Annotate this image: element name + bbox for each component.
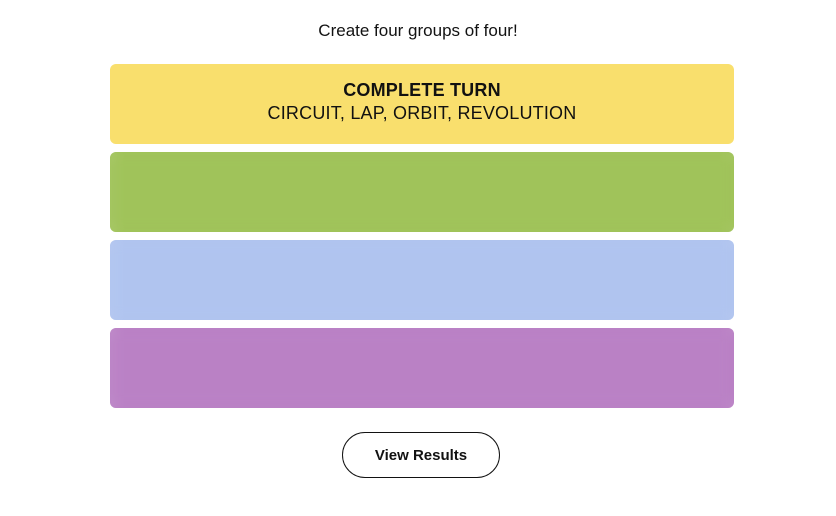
connections-results-page: Create four groups of four! COMPLETE TUR… bbox=[0, 0, 836, 516]
group-title: COMPLETE TURN bbox=[343, 80, 501, 100]
group-green-blurred bbox=[110, 152, 734, 232]
group-title bbox=[110, 152, 734, 167]
groups-list: COMPLETE TURN CIRCUIT, LAP, ORBIT, REVOL… bbox=[110, 64, 734, 416]
instructions-text: Create four groups of four! bbox=[318, 21, 518, 40]
group-title bbox=[110, 328, 734, 343]
group-yellow: COMPLETE TURN CIRCUIT, LAP, ORBIT, REVOL… bbox=[110, 64, 734, 144]
group-blue-blurred bbox=[110, 240, 734, 320]
group-title bbox=[110, 240, 734, 255]
group-purple-blurred bbox=[110, 328, 734, 408]
view-results-button[interactable]: View Results bbox=[342, 432, 500, 478]
group-members: CIRCUIT, LAP, ORBIT, REVOLUTION bbox=[267, 103, 577, 123]
